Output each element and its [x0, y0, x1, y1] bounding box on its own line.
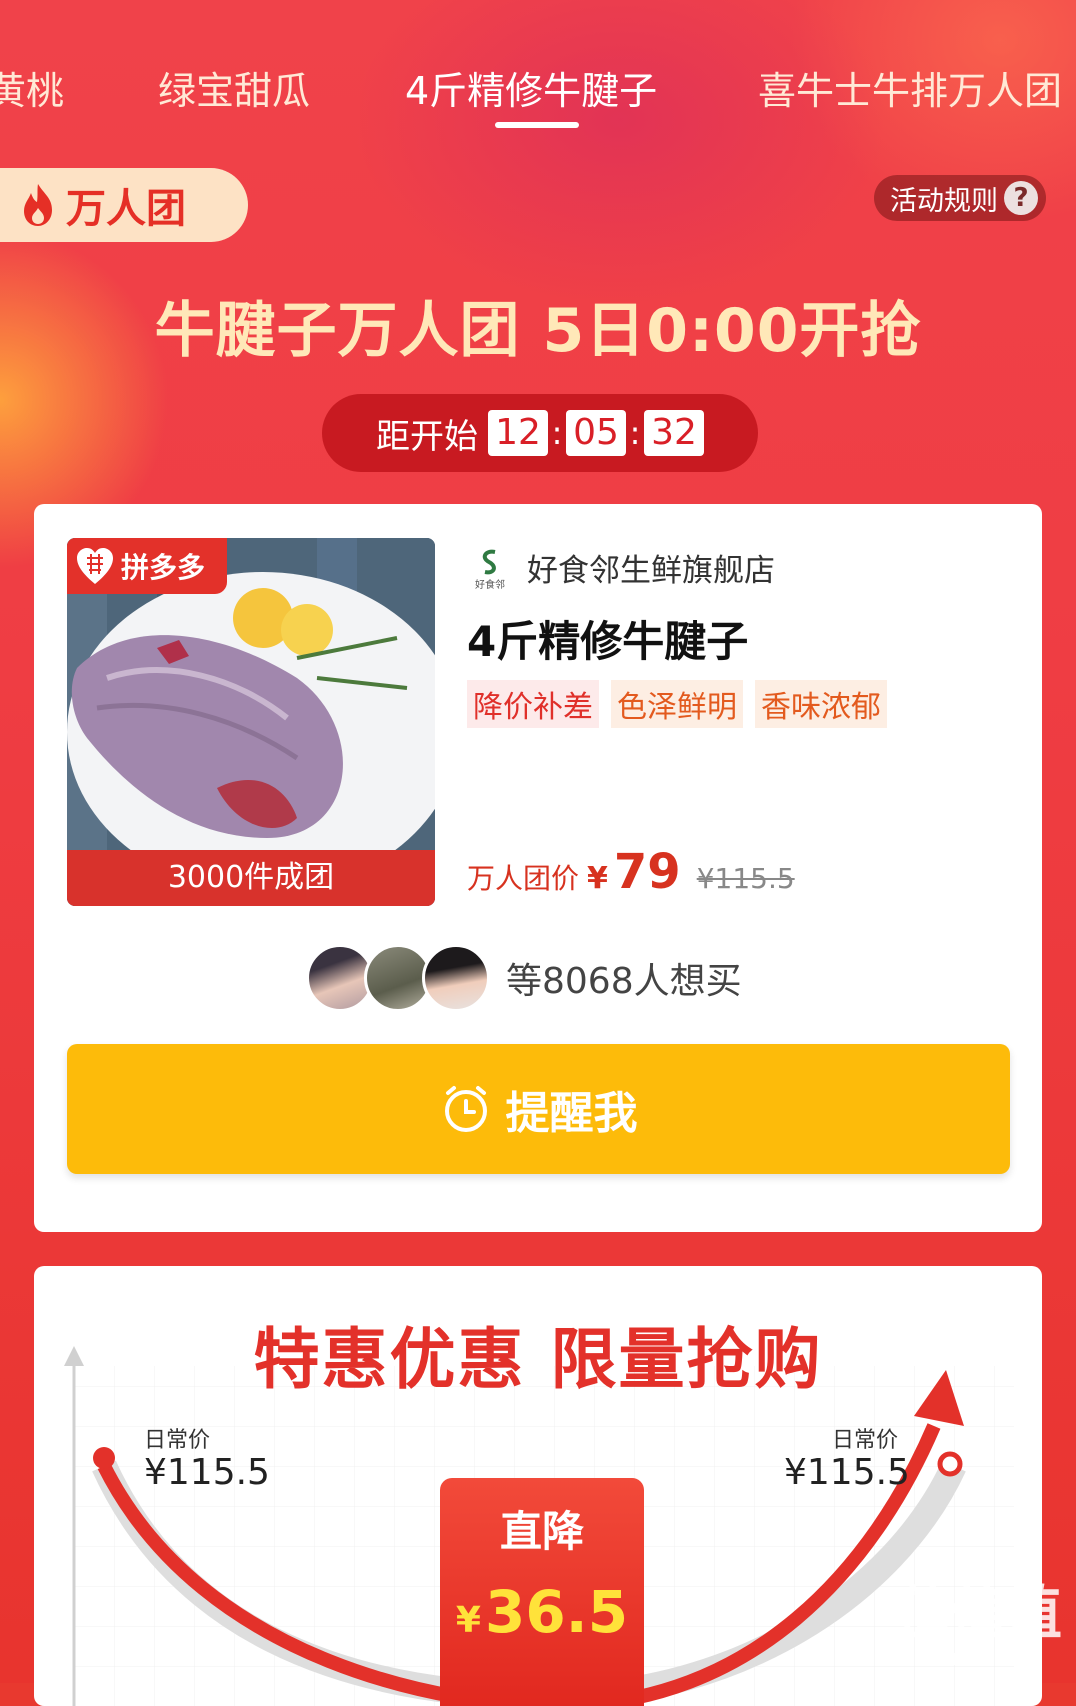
- interested-users: 等8068人想买: [306, 944, 742, 1012]
- group-price: 79: [613, 844, 681, 900]
- rules-label: 活动规则: [890, 185, 998, 217]
- drop-amount: ¥36.5: [440, 1578, 644, 1646]
- tab-melon[interactable]: 绿宝甜瓜: [158, 60, 310, 115]
- platform-label: 拼多多: [121, 551, 206, 584]
- drop-label: 直降: [499, 1507, 584, 1556]
- original-price: ¥115.5: [696, 862, 795, 895]
- product-tag: 色泽鲜明: [611, 680, 743, 728]
- product-image[interactable]: 拼多多 3000件成团: [67, 538, 435, 906]
- daily-price-label: 日常价: [144, 1428, 211, 1453]
- daily-price-right: ¥115.5: [784, 1452, 910, 1493]
- countdown-seconds: 32: [644, 410, 704, 456]
- price-drop-box: 直降 ¥36.5: [440, 1478, 644, 1706]
- group-threshold: 3000件成团: [67, 850, 435, 906]
- promo-title: 特惠优惠 限量抢购: [253, 1321, 823, 1398]
- shop-logo: 好食邻: [475, 549, 505, 590]
- remind-label: 提醒我: [505, 1088, 638, 1139]
- product-card[interactable]: 拼多多 3000件成团 好食邻 好食邻生鲜旗舰店 4斤精修牛腱子 降价补差 色泽…: [34, 504, 1042, 1232]
- watermark-logo: 值值值: [895, 1579, 1062, 1647]
- want-count: 等8068人想买: [506, 961, 742, 1002]
- flame-icon: [24, 184, 52, 226]
- watermark-url: zhizhizhi.com: [916, 1650, 1038, 1669]
- tab-steak-group[interactable]: 喜牛士牛排万人团: [758, 60, 1062, 115]
- drop-value: 36.5: [484, 1578, 629, 1646]
- price-drop-card: 特惠优惠 限量抢购 日常价 ¥115.5 日常价 ¥115.5 直降 ¥36.5: [34, 1266, 1042, 1706]
- category-tabs: 黄桃 绿宝甜瓜 4斤精修牛腱子 喜牛士牛排万人团: [0, 52, 1076, 132]
- product-tags: 降价补差 色泽鲜明 香味浓郁: [467, 680, 899, 728]
- group-badge: 万人团: [0, 168, 248, 242]
- pinduoduo-logo-icon: [77, 548, 113, 584]
- sale-headline: 牛腱子万人团 5日0:00开抢: [154, 296, 922, 366]
- countdown-separator: :: [629, 414, 641, 452]
- countdown-label: 距开始: [376, 416, 478, 457]
- tab-beef-shank[interactable]: 4斤精修牛腱子: [405, 60, 657, 115]
- group-price-label: 万人团价: [467, 862, 580, 895]
- drop-currency: ¥: [455, 1600, 481, 1641]
- countdown-minutes: 05: [566, 410, 626, 456]
- rules-button[interactable]: 活动规则 ?: [874, 175, 1046, 221]
- avatar: [422, 944, 490, 1012]
- price-row: 万人团价 ¥ 79 ¥115.5: [467, 844, 795, 900]
- product-title: 4斤精修牛腱子: [467, 617, 749, 666]
- daily-price-left: ¥115.5: [144, 1452, 270, 1493]
- product-tag: 降价补差: [467, 680, 599, 728]
- countdown-separator: :: [551, 414, 563, 452]
- shop-logo-text: 好食邻: [475, 578, 505, 590]
- active-tab-indicator: [495, 122, 579, 128]
- countdown-hours: 12: [488, 410, 548, 456]
- platform-tag: 拼多多: [67, 538, 227, 594]
- remind-me-button[interactable]: 提醒我: [67, 1044, 1010, 1174]
- currency-symbol: ¥: [587, 861, 608, 896]
- watermark: 值值值 zhizhizhi.com: [895, 1566, 1062, 1669]
- alarm-clock-icon: [444, 1086, 487, 1132]
- countdown-timer: 距开始 12 : 05 : 32: [322, 394, 758, 472]
- tab-yellow-peach[interactable]: 黄桃: [0, 60, 64, 115]
- daily-price-label: 日常价: [832, 1428, 899, 1453]
- product-tag: 香味浓郁: [755, 680, 887, 728]
- shop-info[interactable]: 好食邻 好食邻生鲜旗舰店: [467, 544, 775, 590]
- shop-name: 好食邻生鲜旗舰店: [527, 552, 775, 589]
- badge-label: 万人团: [66, 186, 186, 232]
- help-icon: ?: [1004, 181, 1038, 215]
